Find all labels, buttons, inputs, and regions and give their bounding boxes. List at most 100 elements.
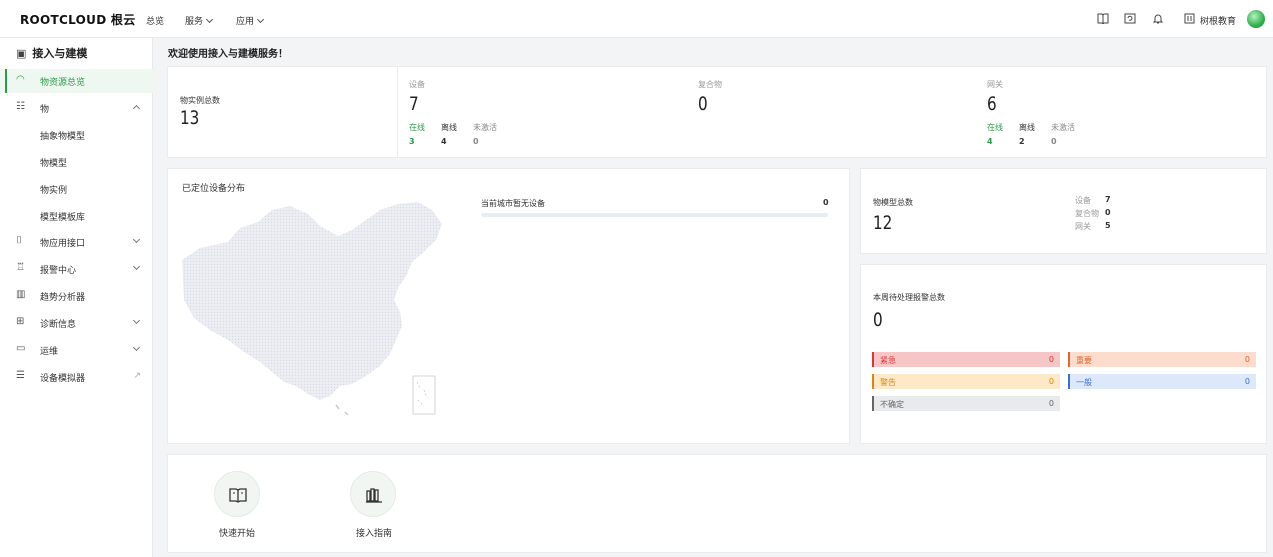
device-online-count: 3 — [409, 137, 415, 146]
models-value: 12 — [873, 212, 893, 234]
alarm-level-label: 重要 — [1076, 356, 1092, 365]
sidebar-item-label: 设备模拟器 — [40, 374, 86, 384]
sidebar: ▣ 接入与建模 ◠ 物资源总览 ☷ 物 抽象物模型 物模型 物实例 模型模板库 ⌷… — [0, 38, 153, 557]
nav-services-label: 服务 — [185, 17, 204, 27]
gateway-inactive-count: 0 — [1051, 137, 1057, 146]
gateway-online-count: 4 — [987, 137, 993, 146]
chevron-down-icon — [132, 316, 141, 325]
server-icon: ☷ — [16, 101, 25, 112]
alarm-level-critical[interactable]: 紧急 0 — [872, 352, 1060, 367]
south-sea-islands — [335, 404, 349, 416]
models-composite-label: 复合物 — [1075, 209, 1099, 218]
nav-overview[interactable]: 总览 — [146, 14, 164, 27]
chevron-up-icon — [132, 104, 141, 113]
divider — [397, 67, 398, 157]
open-book-icon — [229, 488, 247, 503]
south-china-sea-inset — [412, 375, 436, 415]
gateway-value: 6 — [987, 93, 997, 115]
alarm-total: 0 — [873, 309, 883, 331]
external-link-icon: ↗ — [133, 371, 141, 381]
alarm-level-label: 一般 — [1076, 378, 1092, 387]
sidebar-header: ▣ 接入与建模 — [16, 45, 87, 61]
models-device-label: 设备 — [1075, 196, 1091, 205]
china-map[interactable] — [180, 200, 450, 420]
avatar[interactable] — [1247, 10, 1265, 28]
alarm-level-value: 0 — [1048, 399, 1054, 408]
models-gateway-value: 5 — [1105, 221, 1111, 230]
alarm-level-value: 0 — [1244, 355, 1250, 364]
city-device-bar — [481, 213, 828, 217]
alarm-title: 本周待处理报警总数 — [873, 293, 945, 302]
gateway-offline-label: 离线 — [1019, 123, 1035, 132]
alarm-level-warning[interactable]: 警告 0 — [872, 374, 1060, 389]
gateway-online-label: 在线 — [987, 123, 1003, 132]
access-guide-button[interactable] — [350, 471, 396, 517]
rootcloud-logo[interactable]: ROOTCLOUD 根云 — [20, 11, 136, 28]
alarm-level-label: 不确定 — [880, 400, 904, 409]
sidebar-subitem-thing-instance[interactable]: 物实例 — [40, 183, 67, 196]
alarm-level-value: 0 — [1244, 377, 1250, 386]
sidebar-item-label: 诊断信息 — [40, 320, 77, 330]
south-china-sea-dashes — [416, 381, 428, 407]
book-icon[interactable] — [1097, 13, 1109, 27]
gateway-offline-count: 2 — [1019, 137, 1025, 146]
sidebar-item-label: 报警中心 — [40, 266, 77, 276]
api-icon: ⌷ — [16, 235, 22, 246]
refresh-icon[interactable] — [1124, 13, 1136, 27]
sidebar-item-api[interactable]: ⌷ 物应用接口 — [0, 230, 153, 254]
alarm-level-label: 警告 — [880, 378, 896, 387]
sidebar-title: 接入与建模 — [32, 47, 88, 60]
sidebar-item-device-simulator[interactable]: ☰ 设备模拟器 ↗ — [0, 365, 153, 389]
alarm-level-value: 0 — [1048, 377, 1054, 386]
chevron-down-icon — [132, 262, 141, 271]
device-inactive-label: 未激活 — [473, 123, 497, 132]
device-inactive-count: 0 — [473, 137, 479, 146]
sidebar-item-label: 物 — [40, 105, 50, 115]
instances-label: 物实例总数 — [180, 96, 220, 105]
sidebar-item-label: 物应用接口 — [40, 239, 86, 249]
composite-value: 0 — [698, 93, 708, 115]
model-count-card: 物模型总数 12 设备 7 复合物 0 网关 5 — [860, 168, 1267, 254]
alarm-level-major[interactable]: 重要 0 — [1068, 352, 1256, 367]
sidebar-item-trend-analyzer[interactable]: ▥ 趋势分析器 — [0, 284, 153, 308]
chip-icon: ▣ — [16, 47, 27, 60]
sidebar-item-resource-overview[interactable]: ◠ 物资源总览 — [0, 69, 153, 93]
sidebar-item-ops[interactable]: ▭ 运维 — [0, 338, 153, 362]
diagnose-icon: ⊞ — [16, 316, 25, 327]
instances-value: 13 — [180, 107, 200, 129]
china-map-shape — [182, 202, 442, 400]
sidebar-item-label: 趋势分析器 — [40, 293, 86, 303]
chevron-down-icon — [132, 235, 141, 244]
device-label: 设备 — [409, 80, 425, 89]
city-device-label: 当前城市暂无设备 — [481, 199, 545, 208]
alarm-level-label: 紧急 — [880, 356, 896, 365]
sidebar-subitem-template-library[interactable]: 模型模板库 — [40, 210, 85, 223]
nav-apps-label: 应用 — [236, 17, 255, 27]
sidebar-item-label: 物资源总览 — [40, 78, 86, 88]
access-guide-label[interactable]: 接入指南 — [356, 526, 392, 539]
org-name[interactable]: 树根教育 — [1200, 14, 1236, 27]
monitor-icon: ▭ — [16, 343, 26, 354]
chart-icon: ▥ — [16, 289, 26, 300]
quick-start-button[interactable] — [214, 471, 260, 517]
alarm-level-minor[interactable]: 一般 0 — [1068, 374, 1256, 389]
building-icon — [1184, 13, 1195, 27]
page-title: 欢迎使用接入与建模服务！ — [168, 49, 288, 60]
sidebar-subitem-abstract-model[interactable]: 抽象物模型 — [40, 129, 85, 142]
sidebar-subitem-thing-model[interactable]: 物模型 — [40, 156, 67, 169]
top-bar: ROOTCLOUD 根云 总览 服务 应用 树根教育 — [0, 0, 1273, 38]
quick-start-label[interactable]: 快速开始 — [219, 526, 255, 539]
sidebar-item-diagnostics[interactable]: ⊞ 诊断信息 — [0, 311, 153, 335]
nav-apps[interactable]: 应用 — [236, 14, 265, 27]
composite-label: 复合物 — [698, 80, 722, 89]
nav-services[interactable]: 服务 — [185, 14, 214, 27]
sidebar-item-alarm-center[interactable]: ♖ 报警中心 — [0, 257, 153, 281]
bell-icon[interactable] — [1152, 13, 1164, 27]
sidebar-item-things[interactable]: ☷ 物 — [0, 96, 153, 120]
device-value: 7 — [409, 93, 419, 115]
city-device-count: 0 — [823, 198, 829, 207]
device-online-label: 在线 — [409, 123, 425, 132]
chevron-down-icon — [256, 15, 265, 24]
device-offline-label: 离线 — [441, 123, 457, 132]
alarm-level-uncertain[interactable]: 不确定 0 — [872, 396, 1060, 411]
